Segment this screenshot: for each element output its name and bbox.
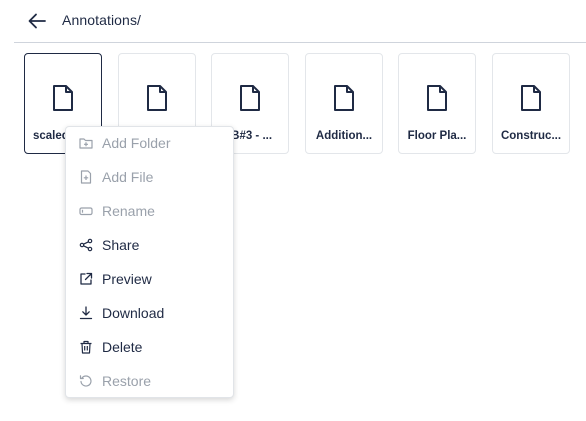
file-icon <box>147 85 167 111</box>
menu-item-label: Rename <box>102 203 155 219</box>
file-icon <box>427 85 447 111</box>
page-title: Annotations/ <box>62 12 142 28</box>
menu-item-restore[interactable]: Restore <box>66 366 233 396</box>
share-icon <box>79 238 93 252</box>
download-icon <box>79 306 93 320</box>
file-tile-label: Construc... <box>500 130 562 142</box>
menu-item-label: Add File <box>102 169 154 185</box>
menu-item-download[interactable]: Download <box>66 298 233 328</box>
file-icon <box>521 85 541 111</box>
file-plus-icon <box>79 170 93 184</box>
menu-item-label: Download <box>102 305 165 321</box>
menu-item-label: Add Folder <box>102 135 171 151</box>
header-divider <box>14 42 586 43</box>
menu-item-delete[interactable]: Delete <box>66 332 233 362</box>
file-icon <box>334 85 354 111</box>
menu-item-label: Restore <box>102 373 152 389</box>
file-tile[interactable]: Addition... <box>305 53 383 154</box>
file-icon <box>53 85 73 111</box>
context-menu: Add Folder Add File Rename Share Preview… <box>65 126 234 398</box>
menu-item-label: Share <box>102 237 140 253</box>
file-tile-label: Addition... <box>315 130 373 142</box>
menu-item-preview[interactable]: Preview <box>66 264 233 294</box>
file-tile-label: Floor Pla... <box>407 130 467 142</box>
rename-icon <box>79 204 93 218</box>
menu-item-rename[interactable]: Rename <box>66 196 233 226</box>
menu-item-add-file[interactable]: Add File <box>66 162 233 192</box>
folder-plus-icon <box>79 136 93 150</box>
menu-item-label: Preview <box>102 271 152 287</box>
header: Annotations/ <box>0 0 586 43</box>
menu-item-share[interactable]: Share <box>66 230 233 260</box>
menu-item-add-folder[interactable]: Add Folder <box>66 128 233 158</box>
restore-icon <box>79 374 93 388</box>
external-link-icon <box>79 272 93 286</box>
arrow-left-icon <box>28 13 46 29</box>
back-button[interactable] <box>26 10 48 32</box>
trash-icon <box>79 340 93 354</box>
file-tile[interactable]: Construc... <box>492 53 570 154</box>
file-tile[interactable]: Floor Pla... <box>398 53 476 154</box>
menu-item-label: Delete <box>102 339 143 355</box>
file-icon <box>240 85 260 111</box>
